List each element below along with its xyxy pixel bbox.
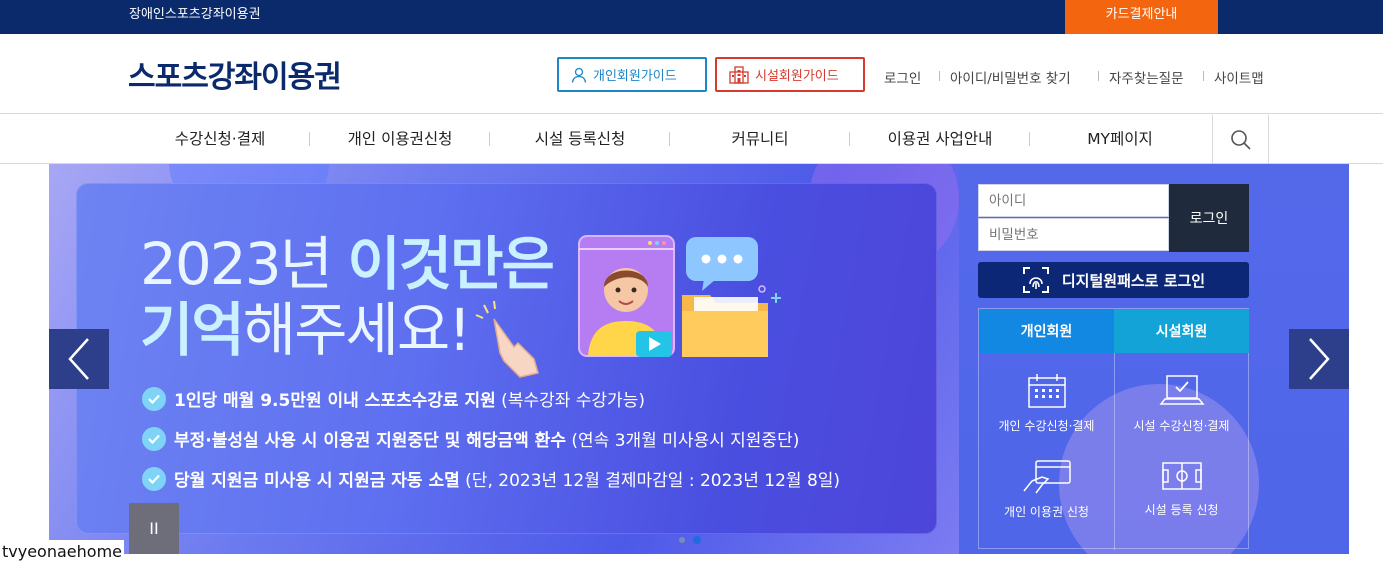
calendar-icon — [1027, 374, 1066, 408]
headline-emphasis-2: 기억 — [140, 296, 245, 364]
fingerprint-icon — [1022, 267, 1049, 293]
facility-member-guide-button[interactable]: 시설회원가이드 — [715, 57, 865, 92]
stadium-icon — [1161, 462, 1202, 490]
nav-item-community[interactable]: 커뮤니티 — [670, 115, 850, 164]
disabled-sports-voucher-link[interactable]: 장애인스포츠강좌이용권 — [129, 0, 261, 30]
find-id-password-link[interactable]: 아이디/비밀번호 찾기 — [950, 67, 1071, 87]
notice-item: 당월 지원금 미사용 시 지원금 자동 소멸 (단, 2023년 12월 결제마… — [142, 466, 840, 491]
util-divider — [1203, 71, 1204, 81]
util-divider — [939, 71, 940, 81]
service-label: 개인 이용권 신청 — [1004, 505, 1089, 519]
nav-item-course-payment[interactable]: 수강신청·결제 — [130, 115, 310, 164]
nav-item-program-info[interactable]: 이용권 사업안내 — [850, 115, 1030, 164]
notice-normal: (복수강좌 수강가능) — [495, 391, 645, 411]
nav-item-my-page[interactable]: MY페이지 — [1030, 115, 1210, 164]
check-icon — [142, 426, 166, 451]
notice-bold: 당월 지원금 미사용 시 지원금 자동 소멸 — [174, 471, 460, 491]
chat-folder-illustration — [682, 237, 781, 357]
tab-personal-member[interactable]: 개인회원 — [979, 309, 1114, 353]
service-label: 개인 수강신청·결제 — [998, 419, 1095, 433]
headline-rest: 해주세요! — [242, 296, 472, 364]
search-icon — [1230, 129, 1251, 150]
id-input[interactable] — [978, 184, 1169, 217]
notice-item: 부정·불성실 사용 시 이용권 지원중단 및 해당금액 환수 (연속 3개월 미… — [142, 426, 799, 451]
laptop-check-icon — [1158, 375, 1205, 405]
next-slide-button[interactable] — [1289, 329, 1349, 389]
facility-registration-link[interactable]: 시설 등록 신청 — [1114, 459, 1249, 518]
pause-button[interactable]: II — [129, 503, 179, 554]
login-button[interactable]: 로그인 — [1169, 184, 1249, 252]
slide-indicator — [679, 536, 701, 544]
headline-line-2: 기억해주세요! — [140, 301, 471, 359]
chevron-right-icon — [1309, 338, 1330, 380]
slide-dot[interactable] — [679, 537, 685, 543]
sitemap-link[interactable]: 사이트맵 — [1214, 67, 1264, 87]
watermark-text: tvyeonaehome — [0, 540, 124, 561]
card-payment-button[interactable]: 카드결제안내 — [1065, 0, 1218, 34]
facility-course-payment-link[interactable]: 시설 수강신청·결제 — [1114, 373, 1249, 434]
service-label: 시설 수강신청·결제 — [1133, 419, 1230, 433]
prev-slide-button[interactable] — [49, 329, 109, 389]
building-icon — [729, 65, 749, 84]
site-logo[interactable]: 스포츠강좌이용권 — [128, 52, 342, 96]
personal-voucher-apply-link[interactable]: 개인 이용권 신청 — [979, 459, 1114, 520]
login-link[interactable]: 로그인 — [884, 67, 921, 87]
digital-onepass-login-button[interactable]: 디지털원패스로 로그인 — [978, 262, 1249, 298]
check-icon — [142, 386, 166, 411]
nav-item-facility-registration[interactable]: 시설 등록신청 — [490, 115, 670, 164]
notice-normal: (연속 3개월 미사용시 지원중단) — [565, 431, 800, 451]
headline-year: 2023년 — [140, 230, 348, 298]
notice-bold: 1인당 매월 9.5만원 이내 스포츠수강료 지원 — [174, 391, 496, 411]
util-divider — [1098, 71, 1099, 81]
personal-member-guide-label: 개인회원가이드 — [593, 69, 677, 84]
search-button[interactable] — [1212, 115, 1269, 164]
password-input[interactable] — [978, 218, 1169, 251]
service-label: 시설 등록 신청 — [1144, 503, 1219, 517]
login-form: 로그인 — [978, 184, 1249, 252]
card-hand-icon — [1022, 460, 1071, 494]
banner-slide[interactable]: 2023년 이것만은 기억해주세요! 1인당 매월 9.5만원 이내 스포츠수강… — [76, 183, 937, 534]
headline-emphasis: 이것만은 — [347, 230, 554, 298]
nav-item-personal-voucher[interactable]: 개인 이용권신청 — [310, 115, 490, 164]
pointing-hand-illustration — [475, 300, 539, 378]
top-bar: 장애인스포츠강좌이용권 카드결제안내 — [0, 0, 1383, 34]
onepass-label: 디지털원패스로 로그인 — [1061, 271, 1206, 290]
check-icon — [142, 466, 166, 491]
slide-dot-active[interactable] — [693, 536, 701, 544]
person-icon — [571, 67, 587, 83]
main-visual: 2023년 이것만은 기억해주세요! 1인당 매월 9.5만원 이내 스포츠수강… — [49, 164, 1349, 554]
chevron-left-icon — [68, 338, 89, 380]
headline-line-1: 2023년 이것만은 — [140, 235, 555, 293]
tab-facility-member[interactable]: 시설회원 — [1114, 309, 1249, 353]
faq-link[interactable]: 자주찾는질문 — [1109, 67, 1184, 87]
notice-item: 1인당 매월 9.5만원 이내 스포츠수강료 지원 (복수강좌 수강가능) — [142, 386, 645, 411]
personal-course-payment-link[interactable]: 개인 수강신청·결제 — [979, 373, 1114, 434]
notice-normal: (단, 2023년 12월 결제마감일 : 2023년 12월 8일) — [459, 471, 841, 491]
main-navigation: 수강신청·결제 개인 이용권신청 시설 등록신청 커뮤니티 이용권 사업안내 M… — [0, 115, 1383, 164]
facility-member-guide-label: 시설회원가이드 — [755, 69, 839, 84]
header: 스포츠강좌이용권 개인회원가이드 시설회원가이드 로그인 아이디/비밀번호 찾기… — [0, 34, 1383, 114]
notice-bold: 부정·불성실 사용 시 이용권 지원중단 및 해당금액 환수 — [174, 431, 566, 451]
profile-video-illustration — [578, 235, 675, 357]
personal-member-guide-button[interactable]: 개인회원가이드 — [557, 57, 707, 92]
member-services-panel: 개인회원 시설회원 개인 수강신청·결제 시설 수강신청·결제 개인 이용권 신… — [978, 308, 1249, 550]
